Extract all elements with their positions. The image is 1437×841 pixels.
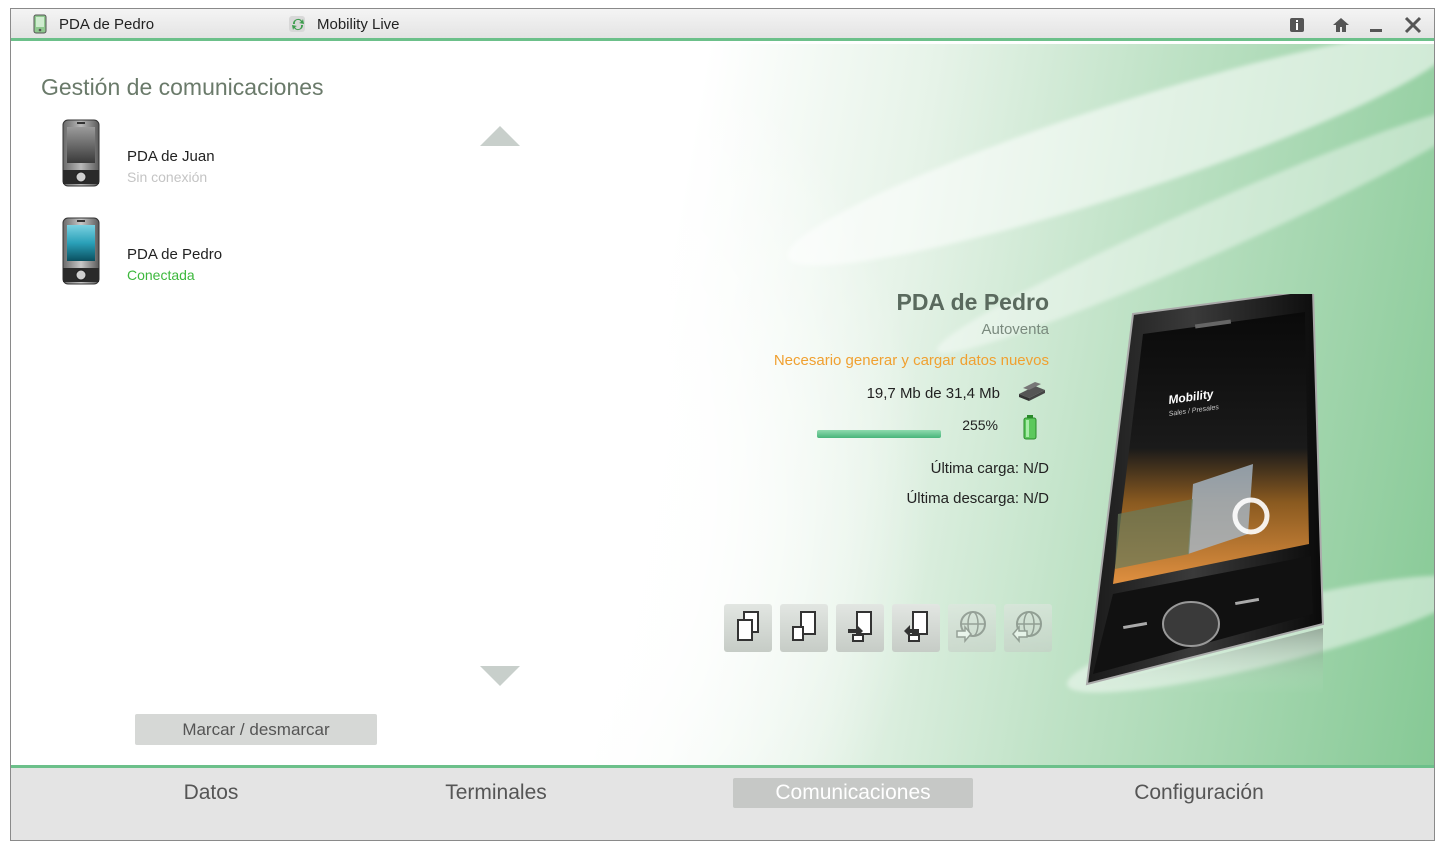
detail-last-download: Última descarga: N/D <box>906 490 1049 507</box>
memory-chip-icon <box>1015 380 1049 406</box>
sync-icon <box>287 13 309 35</box>
page-icon <box>789 609 819 648</box>
device-list-item[interactable]: PDA de Pedro Conectada <box>59 216 359 288</box>
detail-percent: 255% <box>962 417 998 433</box>
scroll-down-arrow[interactable] <box>480 666 520 686</box>
mobility-live-link[interactable]: Mobility Live <box>287 9 400 39</box>
globe-upload-button[interactable] <box>1004 604 1052 652</box>
tab-comunicaciones[interactable]: Comunicaciones <box>733 778 973 808</box>
mobility-live-label: Mobility Live <box>317 15 400 33</box>
page-import-icon <box>845 609 875 648</box>
memory-progress-bar <box>817 430 941 438</box>
copy-pages-icon <box>733 609 763 648</box>
battery-icon <box>1023 414 1037 440</box>
tab-datos[interactable]: Datos <box>131 778 291 808</box>
info-icon[interactable] <box>1285 13 1309 37</box>
device-list-item[interactable]: PDA de Juan Sin conexión <box>59 118 359 190</box>
pda-connected-icon <box>59 216 103 288</box>
globe-upload-icon <box>1011 609 1045 648</box>
page-title: Gestión de comunicaciones <box>41 74 324 100</box>
copy-pages-button[interactable] <box>724 604 772 652</box>
title-bar: PDA de Pedro Mobility Live <box>11 9 1434 41</box>
device-status: Sin conexión <box>127 169 208 185</box>
detail-memory: 19,7 Mb de 31,4 Mb <box>866 385 1000 402</box>
globe-download-button[interactable] <box>948 604 996 652</box>
close-icon[interactable] <box>1401 13 1425 37</box>
minimize-icon[interactable] <box>1364 13 1388 37</box>
device-name: PDA de Pedro <box>127 246 223 263</box>
globe-download-icon <box>955 609 989 648</box>
page-button[interactable] <box>780 604 828 652</box>
device-status: Conectada <box>127 267 195 283</box>
pda-icon <box>29 13 51 35</box>
detail-profile: Autoventa <box>981 321 1049 338</box>
app-window: PDA de Pedro Mobility Live Gestión de co… <box>10 8 1435 841</box>
device-selector-label: PDA de Pedro <box>59 15 155 33</box>
tab-configuracion[interactable]: Configuración <box>1101 778 1297 808</box>
tab-terminales[interactable]: Terminales <box>416 778 576 808</box>
page-export-icon <box>901 609 931 648</box>
device-selector[interactable]: PDA de Pedro <box>29 9 154 39</box>
detail-device-name: PDA de Pedro <box>896 289 1049 315</box>
mark-unmark-button[interactable]: Marcar / desmarcar <box>135 714 377 745</box>
main-content: Gestión de comunicaciones PDA de Juan Si… <box>11 44 1434 765</box>
pda-offline-icon <box>59 118 103 190</box>
detail-warning: Necesario generar y cargar datos nuevos <box>773 352 1049 369</box>
device-name: PDA de Juan <box>127 148 215 165</box>
page-export-button[interactable] <box>892 604 940 652</box>
detail-last-upload: Última carga: N/D <box>930 460 1049 477</box>
home-icon[interactable] <box>1329 13 1353 37</box>
phone-illustration: Mobility Sales / Presales <box>1073 288 1333 694</box>
page-import-button[interactable] <box>836 604 884 652</box>
scroll-up-arrow[interactable] <box>480 126 520 146</box>
bottom-navigation: Datos Terminales Comunicaciones Configur… <box>11 765 1434 840</box>
memory-progress-fill <box>817 430 941 438</box>
